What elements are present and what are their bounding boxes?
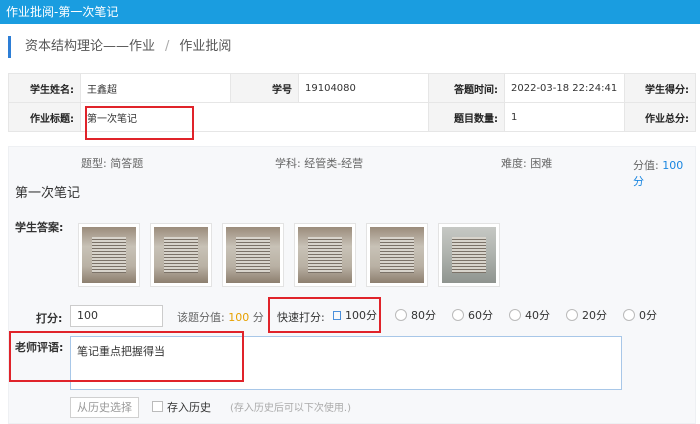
answer-image xyxy=(154,227,208,283)
answer-time-value: 2022-03-18 22:24:41 xyxy=(504,73,625,103)
quick-score-option-label: 40分 xyxy=(525,309,550,322)
radio-indicator xyxy=(452,309,464,321)
hw-title-value: 第一次笔记 xyxy=(80,102,429,132)
question-title: 第一次笔记 xyxy=(15,186,81,201)
window-titlebar: 作业批阅-第一次笔记 xyxy=(0,0,700,24)
save-to-history-hint: (存入历史后可以下次使用.) xyxy=(230,403,351,414)
select-from-history-button[interactable]: 从历史选择 xyxy=(70,397,139,418)
quick-score-option-label: 60分 xyxy=(468,309,493,322)
student-id-label: 学号 xyxy=(230,73,299,103)
question-type: 题型: 简答题 xyxy=(81,157,144,170)
question-difficulty: 难度: 困难 xyxy=(501,157,553,170)
question-subject: 学科: 经管类-经营 xyxy=(275,157,364,170)
quick-score-option-20[interactable]: 20分 xyxy=(566,307,607,323)
quick-score-option-label: 0分 xyxy=(639,309,657,322)
breadcrumb-separator: / xyxy=(165,39,170,54)
score-input[interactable]: 100 xyxy=(70,305,163,327)
answer-image-thumbnail[interactable] xyxy=(366,223,428,287)
answer-image xyxy=(226,227,280,283)
question-score-label: 分值: xyxy=(633,159,659,172)
quick-score-option-100[interactable]: 100分 xyxy=(333,307,377,323)
student-name-label: 学生姓名: xyxy=(8,73,81,103)
quick-score-option-40[interactable]: 40分 xyxy=(509,307,550,323)
answer-image xyxy=(298,227,352,283)
radio-indicator xyxy=(395,309,407,321)
answer-image xyxy=(442,227,496,283)
quick-score-option-label: 80分 xyxy=(411,309,436,322)
answer-image-thumbnail[interactable] xyxy=(438,223,500,287)
question-score: 分值: 100 分 xyxy=(633,157,695,189)
quick-score-option-60[interactable]: 60分 xyxy=(452,307,493,323)
answer-image xyxy=(370,227,424,283)
question-score-info: 该题分值: 100 分 xyxy=(177,309,264,325)
question-score-info-value: 100 xyxy=(228,311,250,324)
student-info-table: 学生姓名: 王鑫超 学号 19104080 答题时间: 2022-03-18 2… xyxy=(8,73,696,132)
radio-indicator xyxy=(509,309,521,321)
save-to-history-checkbox[interactable] xyxy=(152,401,163,412)
breadcrumb-item-course[interactable]: 资本结构理论——作业 xyxy=(25,36,155,58)
radio-indicator xyxy=(623,309,635,321)
question-panel: 题型: 简答题 学科: 经管类-经营 难度: 困难 分值: 100 分 第一次笔… xyxy=(8,146,696,424)
student-score-label: 学生得分: xyxy=(624,73,696,103)
hw-total-label: 作业总分: xyxy=(624,102,696,132)
answer-image-thumbnail[interactable] xyxy=(222,223,284,287)
answer-image xyxy=(82,227,136,283)
hw-title-label: 作业标题: xyxy=(8,102,81,132)
radio-indicator xyxy=(333,310,341,320)
answer-image-thumbnail[interactable] xyxy=(150,223,212,287)
radio-indicator xyxy=(566,309,578,321)
score-label: 打分: xyxy=(36,312,63,325)
student-answer-label: 学生答案: xyxy=(15,221,64,234)
question-score-info-label: 该题分值: xyxy=(177,311,225,324)
question-score-info-unit: 分 xyxy=(252,311,264,324)
quick-score-option-label: 100分 xyxy=(345,309,377,322)
student-name-value: 王鑫超 xyxy=(80,73,231,103)
student-id-value: 19104080 xyxy=(298,73,429,103)
answer-image-thumbnail[interactable] xyxy=(78,223,140,287)
breadcrumb-item-current: 作业批阅 xyxy=(179,39,232,54)
quick-score-option-label: 20分 xyxy=(582,309,607,322)
quick-score-label: 快速打分: xyxy=(277,311,325,324)
quick-score-option-80[interactable]: 80分 xyxy=(395,307,436,323)
teacher-comment-textarea[interactable]: 笔记重点把握得当 xyxy=(70,336,622,390)
teacher-comment-label: 老师评语: xyxy=(15,341,64,354)
question-count-label: 题目数量: xyxy=(428,102,505,132)
window-title: 作业批阅-第一次笔记 xyxy=(6,5,119,19)
save-to-history-label: 存入历史 xyxy=(167,401,211,414)
quick-score-option-0[interactable]: 0分 xyxy=(623,307,657,323)
question-count-value: 1 xyxy=(504,102,625,132)
answer-time-label: 答题时间: xyxy=(428,73,505,103)
breadcrumb: 资本结构理论——作业 / 作业批阅 xyxy=(8,36,231,58)
answer-image-thumbnail[interactable] xyxy=(294,223,356,287)
